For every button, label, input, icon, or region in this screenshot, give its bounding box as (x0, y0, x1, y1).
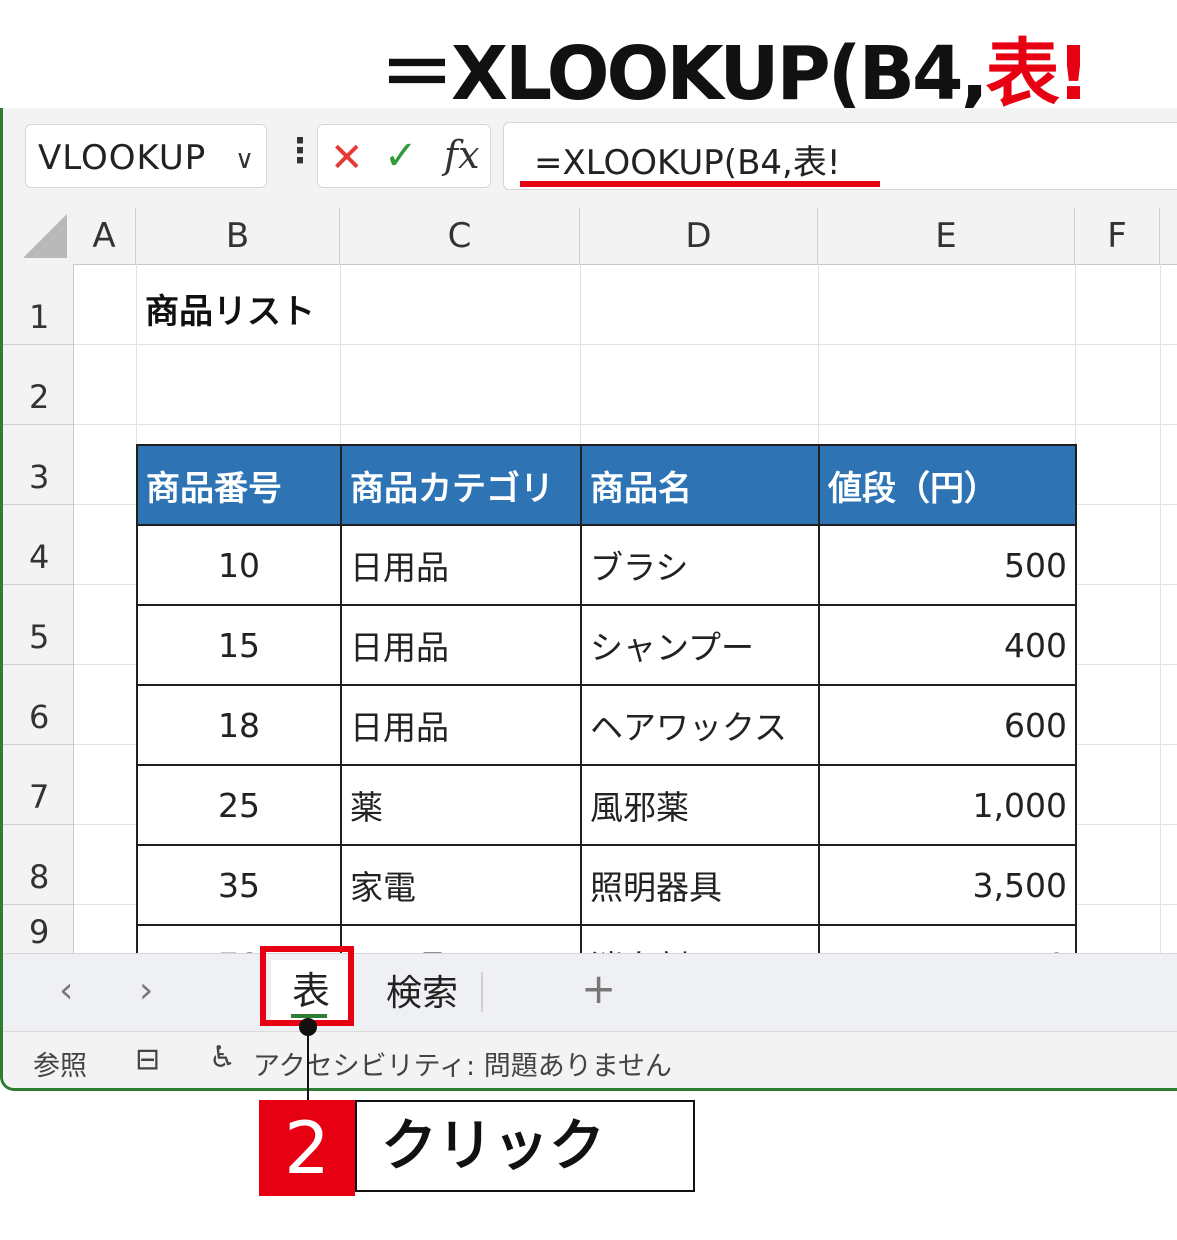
cell-price[interactable]: 1,000 (818, 764, 1077, 846)
table-row: 15 日用品 シャンプー 400 (136, 604, 1077, 686)
cell-product-name[interactable]: 照明器具 (580, 844, 820, 926)
step-number-badge: 2 (259, 1100, 355, 1196)
cell-product-number[interactable]: 18 (136, 684, 342, 766)
header-cell[interactable]: 商品名 (580, 444, 820, 526)
column-header-c[interactable]: C (340, 208, 580, 265)
cell-price[interactable]: 3,500 (818, 844, 1077, 926)
row-header-5[interactable]: 5 (3, 585, 74, 665)
row-header-9[interactable]: 9 (3, 905, 74, 953)
table-row: 35 家電 照明器具 3,500 (136, 844, 1077, 926)
enter-icon[interactable]: ✓ (384, 133, 418, 179)
select-all-icon (23, 214, 67, 258)
header-cell[interactable]: 商品カテゴリ (340, 444, 582, 526)
next-sheet-icon[interactable]: › (139, 970, 153, 1011)
chevron-down-icon[interactable]: ∨ (235, 145, 254, 175)
column-header-b[interactable]: B (136, 208, 340, 265)
column-header-e[interactable]: E (818, 208, 1075, 265)
cell-product-name[interactable]: 風邪薬 (580, 764, 820, 846)
headline-prefix: ＝XLOOKUP(B4, (380, 31, 989, 117)
step-label: クリック (355, 1100, 695, 1192)
sheet-tab-bar: ‹ › 表 検索 + (3, 953, 1177, 1032)
tab-highlight-box (260, 946, 354, 1026)
formula-bar: VLOOKUP ∨ ⋮ ✕ ✓ fx =XLOOKUP(B4,表! (3, 108, 1177, 208)
status-bar: 参照 ⊟ ♿ アクセシビリティ: 問題ありません (3, 1031, 1177, 1088)
cell-category[interactable]: 日用品 (340, 684, 582, 766)
name-box-value: VLOOKUP (38, 138, 207, 178)
formula-input[interactable]: =XLOOKUP(B4,表! (503, 122, 1177, 190)
excel-window: VLOOKUP ∨ ⋮ ✕ ✓ fx =XLOOKUP(B4,表! A B C … (0, 108, 1177, 1091)
cell-category[interactable]: 家電 (340, 844, 582, 926)
tab-divider (481, 972, 483, 1012)
add-sheet-icon[interactable]: + (581, 964, 616, 1013)
row-header-1[interactable]: 1 (3, 264, 74, 345)
cell-product-number[interactable]: 35 (136, 844, 342, 926)
cancel-icon[interactable]: ✕ (330, 135, 364, 181)
grid-line (73, 424, 1177, 425)
callout-line (307, 1030, 309, 1102)
row-number: 8 (29, 858, 50, 896)
more-options-icon[interactable]: ⋮ (283, 134, 317, 168)
cell-price[interactable]: 400 (818, 604, 1077, 686)
row-header-7[interactable]: 7 (3, 745, 74, 825)
table-header-row: 商品番号 商品カテゴリ 商品名 値段（円） (136, 444, 1077, 526)
product-table: 商品番号 商品カテゴリ 商品名 値段（円） 10 日用品 ブラシ 500 15 … (136, 444, 1077, 1006)
cell-price[interactable]: 500 (818, 524, 1077, 606)
insert-function-icon[interactable]: fx (444, 133, 480, 177)
table-row: 18 日用品 ヘアワックス 600 (136, 684, 1077, 766)
row-number: 2 (29, 378, 50, 416)
grid-line (73, 344, 1177, 345)
row-number: 3 (29, 458, 50, 496)
table-row: 10 日用品 ブラシ 500 (136, 524, 1077, 606)
row-header-8[interactable]: 8 (3, 825, 74, 905)
row-header-4[interactable]: 4 (3, 505, 74, 585)
cell-product-number[interactable]: 10 (136, 524, 342, 606)
cell-product-number[interactable]: 25 (136, 764, 342, 846)
formula-headline: ＝XLOOKUP(B4,表! (380, 14, 1090, 117)
column-header-d[interactable]: D (580, 208, 818, 265)
table-row: 25 薬 風邪薬 1,000 (136, 764, 1077, 846)
grid-line (1160, 264, 1161, 954)
headline-highlight: 表! (985, 31, 1091, 117)
header-cell[interactable]: 値段（円） (818, 444, 1077, 526)
select-all-corner[interactable] (3, 208, 74, 265)
cell-product-number[interactable]: 15 (136, 604, 342, 686)
cell-product-name[interactable]: ブラシ (580, 524, 820, 606)
header-cell[interactable]: 商品番号 (136, 444, 342, 526)
row-number: 7 (29, 778, 50, 816)
sheet-tab-search[interactable]: 検索 (367, 964, 477, 1024)
sheet-tab-label: 検索 (385, 973, 458, 1014)
cell-category[interactable]: 日用品 (340, 524, 582, 606)
worksheet-grid[interactable]: A B C D E F 1 2 3 4 5 6 7 8 9 商品リスト 商品番号… (3, 208, 1177, 1006)
accessibility-icon[interactable]: ♿ (209, 1040, 236, 1075)
formula-buttons: ✕ ✓ fx (317, 124, 491, 188)
accessibility-status[interactable]: アクセシビリティ: 問題ありません (253, 1044, 672, 1083)
row-number: 9 (29, 913, 50, 951)
column-header-a[interactable]: A (73, 208, 136, 265)
row-number: 6 (29, 698, 50, 736)
cell-price[interactable]: 600 (818, 684, 1077, 766)
formula-text: =XLOOKUP(B4,表! (534, 143, 841, 183)
column-header-f[interactable]: F (1075, 208, 1160, 265)
sheet-title-cell[interactable]: 商品リスト (145, 284, 315, 333)
cell-product-name[interactable]: シャンプー (580, 604, 820, 686)
row-header-6[interactable]: 6 (3, 665, 74, 745)
row-number: 5 (29, 618, 50, 656)
status-mode: 参照 (33, 1051, 87, 1082)
prev-sheet-icon[interactable]: ‹ (59, 970, 73, 1011)
column-header-g[interactable] (1160, 208, 1177, 265)
row-header-2[interactable]: 2 (3, 345, 74, 425)
row-number: 4 (29, 538, 50, 576)
row-header-3[interactable]: 3 (3, 425, 74, 505)
cell-category[interactable]: 薬 (340, 764, 582, 846)
workbook-statistics-icon[interactable]: ⊟ (135, 1042, 160, 1077)
cell-category[interactable]: 日用品 (340, 604, 582, 686)
formula-underline (520, 181, 880, 187)
row-number: 1 (29, 298, 50, 336)
name-box[interactable]: VLOOKUP ∨ (25, 124, 267, 188)
cell-product-name[interactable]: ヘアワックス (580, 684, 820, 766)
